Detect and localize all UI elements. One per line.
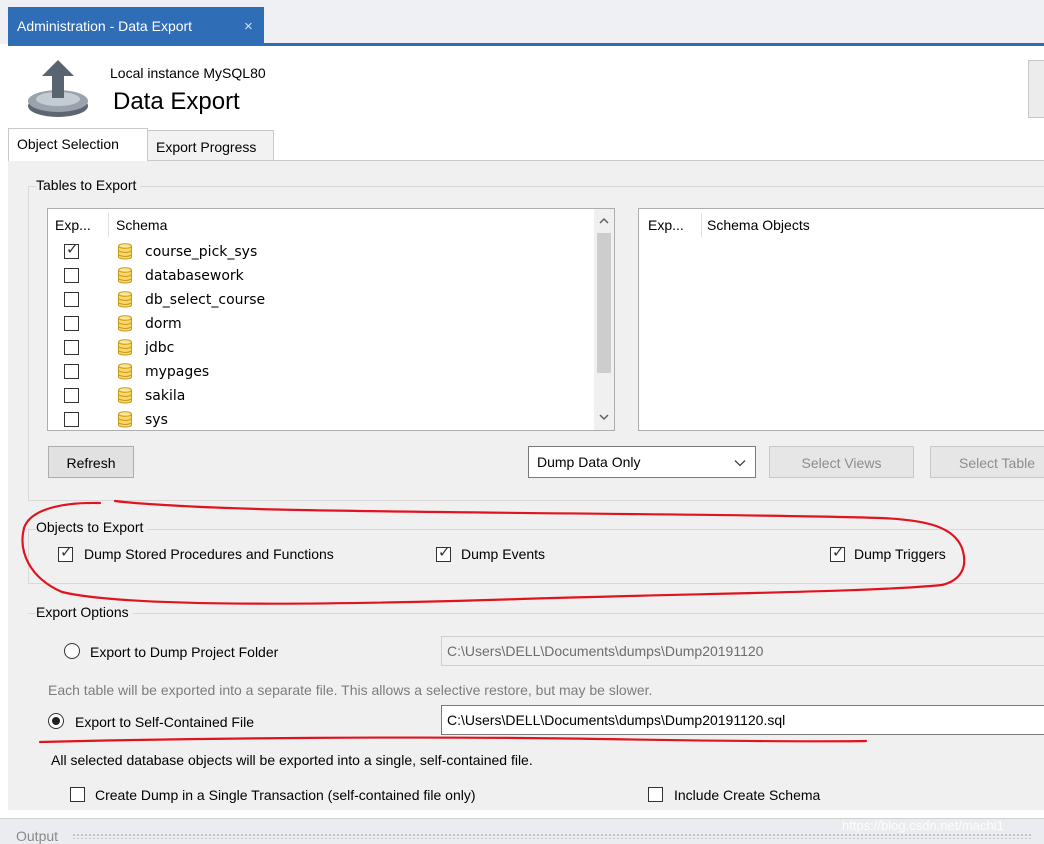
list-item[interactable]: db_select_course bbox=[48, 288, 593, 312]
schema-objects-list[interactable]: Exp... Schema Objects bbox=[638, 208, 1044, 431]
database-icon bbox=[118, 315, 132, 332]
schema-name: db_select_course bbox=[145, 292, 266, 308]
row-checkbox[interactable] bbox=[64, 340, 79, 355]
dump-routines-label: Dump Stored Procedures and Functions bbox=[84, 546, 334, 562]
include-schema-checkbox[interactable] bbox=[648, 787, 663, 802]
refresh-button[interactable]: Refresh bbox=[48, 446, 134, 478]
database-icon bbox=[118, 267, 132, 284]
col-schema-header[interactable]: Schema bbox=[116, 217, 167, 233]
folder-path-field[interactable]: C:\Users\DELL\Documents\dumps\Dump201911… bbox=[441, 636, 1044, 666]
schema-name: mypages bbox=[145, 364, 210, 380]
export-icon bbox=[28, 60, 88, 117]
folder-note: Each table will be exported into a separ… bbox=[48, 682, 653, 698]
select-views-button[interactable]: Select Views bbox=[769, 446, 914, 478]
page-title: Data Export bbox=[113, 88, 240, 115]
list-item[interactable]: sys bbox=[48, 408, 593, 432]
radio-selected-dot bbox=[52, 717, 60, 725]
tab-object-selection[interactable]: Object Selection bbox=[8, 128, 148, 161]
instance-name: Local instance MySQL80 bbox=[110, 65, 266, 81]
database-icon bbox=[118, 387, 132, 404]
list-item[interactable]: databasework bbox=[48, 264, 593, 288]
schema-list[interactable]: Exp... Schema ✓ course_pick_sys database… bbox=[47, 208, 615, 431]
check-icon: ✓ bbox=[66, 241, 79, 258]
row-checkbox[interactable] bbox=[64, 364, 79, 379]
select-tables-button[interactable]: Select Table bbox=[930, 446, 1044, 478]
schema-name: databasework bbox=[145, 268, 244, 284]
tab-title: Administration - Data Export bbox=[17, 18, 193, 34]
export-options-label: Export Options bbox=[36, 604, 133, 620]
column-divider bbox=[108, 213, 109, 237]
dump-routines-checkbox[interactable]: ✓ bbox=[58, 544, 73, 562]
header-side-button[interactable] bbox=[1028, 60, 1044, 118]
document-tab-strip: Administration - Data Export × bbox=[0, 0, 1044, 44]
close-icon[interactable]: × bbox=[244, 18, 253, 35]
database-icon bbox=[118, 291, 132, 308]
file-path-field[interactable]: C:\Users\DELL\Documents\dumps\Dump201911… bbox=[441, 705, 1044, 735]
single-transaction-label: Create Dump in a Single Transaction (sel… bbox=[95, 787, 476, 803]
tab-underline bbox=[8, 43, 1044, 46]
dump-triggers-label: Dump Triggers bbox=[854, 546, 946, 562]
schema-name: course_pick_sys bbox=[145, 244, 258, 260]
list-item[interactable]: sakila bbox=[48, 384, 593, 408]
check-icon: ✓ bbox=[438, 544, 451, 561]
schema-name: sakila bbox=[145, 388, 186, 404]
dump-events-label: Dump Events bbox=[461, 546, 546, 562]
output-label: Output bbox=[16, 828, 59, 844]
check-icon: ✓ bbox=[832, 544, 845, 561]
check-icon: ✓ bbox=[60, 544, 73, 561]
list-item[interactable]: jdbc bbox=[48, 336, 593, 360]
row-checkbox[interactable] bbox=[64, 316, 79, 331]
chevron-down-icon bbox=[734, 460, 746, 467]
export-file-label: Export to Self-Contained File bbox=[75, 714, 254, 730]
scroll-thumb[interactable] bbox=[597, 233, 611, 373]
export-file-radio[interactable] bbox=[48, 713, 64, 729]
schema-name: dorm bbox=[145, 316, 182, 332]
file-note: All selected database objects will be ex… bbox=[51, 752, 533, 768]
tab-administration-data-export[interactable]: Administration - Data Export × bbox=[8, 7, 264, 44]
dump-mode-value: Dump Data Only bbox=[537, 454, 641, 470]
row-checkbox[interactable] bbox=[64, 388, 79, 403]
col-schema-objects-header[interactable]: Schema Objects bbox=[707, 217, 810, 233]
row-checkbox[interactable] bbox=[64, 412, 79, 427]
export-folder-label: Export to Dump Project Folder bbox=[90, 644, 279, 660]
database-icon bbox=[118, 363, 132, 380]
schema-name: jdbc bbox=[145, 340, 175, 356]
database-icon bbox=[118, 243, 132, 260]
tab-export-progress[interactable]: Export Progress bbox=[147, 130, 274, 160]
tables-to-export-label: Tables to Export bbox=[36, 177, 141, 193]
database-icon bbox=[118, 411, 132, 428]
include-schema-label: Include Create Schema bbox=[674, 787, 821, 803]
list-item[interactable]: dorm bbox=[48, 312, 593, 336]
output-grip bbox=[72, 833, 1032, 839]
scroll-down-icon[interactable] bbox=[599, 413, 609, 421]
row-checkbox[interactable]: ✓ bbox=[64, 241, 79, 259]
dump-events-checkbox[interactable]: ✓ bbox=[436, 544, 451, 562]
database-icon bbox=[118, 339, 132, 356]
list-item[interactable]: ✓ course_pick_sys bbox=[48, 240, 593, 264]
schema-name: sys bbox=[145, 412, 168, 428]
export-folder-radio[interactable] bbox=[64, 643, 80, 659]
schema-list-scrollbar[interactable] bbox=[594, 209, 614, 430]
dump-mode-select[interactable]: Dump Data Only bbox=[528, 446, 756, 478]
dump-triggers-checkbox[interactable]: ✓ bbox=[830, 544, 845, 562]
row-checkbox[interactable] bbox=[64, 268, 79, 283]
list-item[interactable]: mypages bbox=[48, 360, 593, 384]
col-export-header[interactable]: Exp... bbox=[648, 217, 684, 233]
single-transaction-checkbox[interactable] bbox=[70, 787, 85, 802]
col-export-header[interactable]: Exp... bbox=[55, 217, 91, 233]
row-checkbox[interactable] bbox=[64, 292, 79, 307]
column-divider bbox=[701, 213, 702, 237]
objects-to-export-label: Objects to Export bbox=[36, 519, 148, 535]
watermark: https://blog.csdn.net/machi1 bbox=[842, 818, 1004, 833]
scroll-up-icon[interactable] bbox=[599, 217, 609, 225]
